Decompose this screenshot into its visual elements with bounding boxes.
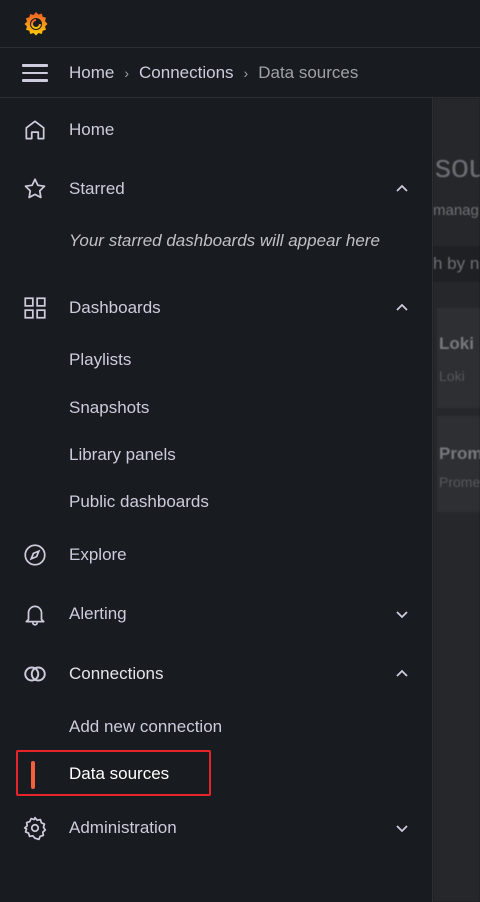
nav-item-starred[interactable]: Starred <box>0 169 433 209</box>
breadcrumb-connections[interactable]: Connections <box>139 63 234 83</box>
nav-item-playlists[interactable]: Playlists <box>69 350 131 370</box>
highlight-box <box>16 750 211 796</box>
nav-item-explore[interactable]: Explore <box>0 535 433 575</box>
nav-item-connections[interactable]: Connections <box>0 654 433 694</box>
chevron-down-icon[interactable] <box>393 605 411 623</box>
nav-item-dashboards[interactable]: Dashboards <box>0 288 433 328</box>
nav-item-label: Dashboards <box>69 298 161 317</box>
apps-grid-icon <box>24 297 46 319</box>
bell-icon <box>25 605 45 626</box>
chevron-down-icon[interactable] <box>393 819 411 837</box>
nav-item-home[interactable]: Home <box>0 110 433 150</box>
datasource-card[interactable]: Loki Loki <box>437 308 480 408</box>
grafana-logo-icon[interactable] <box>22 10 50 38</box>
compass-icon <box>24 544 46 566</box>
chevron-up-icon[interactable] <box>393 299 411 317</box>
breadcrumb-home[interactable]: Home <box>69 63 114 83</box>
gear-icon <box>23 816 47 841</box>
nav-item-public-dashboards[interactable]: Public dashboards <box>69 492 209 512</box>
link-circles-icon <box>24 666 46 682</box>
mega-menu: Home Starred Your starred dashboards wil… <box>0 98 433 902</box>
nav-item-label: Connections <box>69 664 164 683</box>
nav-item-library-panels[interactable]: Library panels <box>69 445 176 465</box>
search-input[interactable]: h by n <box>433 246 480 282</box>
nav-item-label: Administration <box>69 818 177 837</box>
breadcrumb-current: Data sources <box>258 63 359 82</box>
nav-item-add-new-connection[interactable]: Add new connection <box>69 717 222 737</box>
nav-item-label: Home <box>69 120 115 139</box>
chevron-up-icon[interactable] <box>393 665 411 683</box>
nav-item-alerting[interactable]: Alerting <box>0 594 433 634</box>
dimmed-page-background: sou manag h by n Loki Loki Prom Prome <box>433 98 480 902</box>
star-icon <box>24 178 46 199</box>
top-bar <box>0 0 480 48</box>
starred-empty-hint: Your starred dashboards will appear here <box>69 231 380 250</box>
breadcrumb: Home › Connections › Data sources <box>69 63 358 83</box>
datasource-card[interactable]: Prom Prome <box>437 416 480 512</box>
nav-item-snapshots[interactable]: Snapshots <box>69 398 149 418</box>
chevron-up-icon[interactable] <box>393 180 411 198</box>
nav-item-label: Alerting <box>69 604 127 623</box>
nav-item-label: Starred <box>69 179 125 198</box>
chevron-right-icon: › <box>124 65 130 81</box>
nav-item-administration[interactable]: Administration <box>0 808 433 848</box>
breadcrumb-bar: Home › Connections › Data sources <box>0 48 480 98</box>
chevron-right-icon: › <box>243 65 249 81</box>
menu-toggle-icon[interactable] <box>22 64 48 82</box>
nav-item-label: Explore <box>69 545 127 564</box>
page-subtitle: manag <box>433 202 479 219</box>
home-icon <box>25 120 45 140</box>
page-title: sou <box>435 148 480 184</box>
